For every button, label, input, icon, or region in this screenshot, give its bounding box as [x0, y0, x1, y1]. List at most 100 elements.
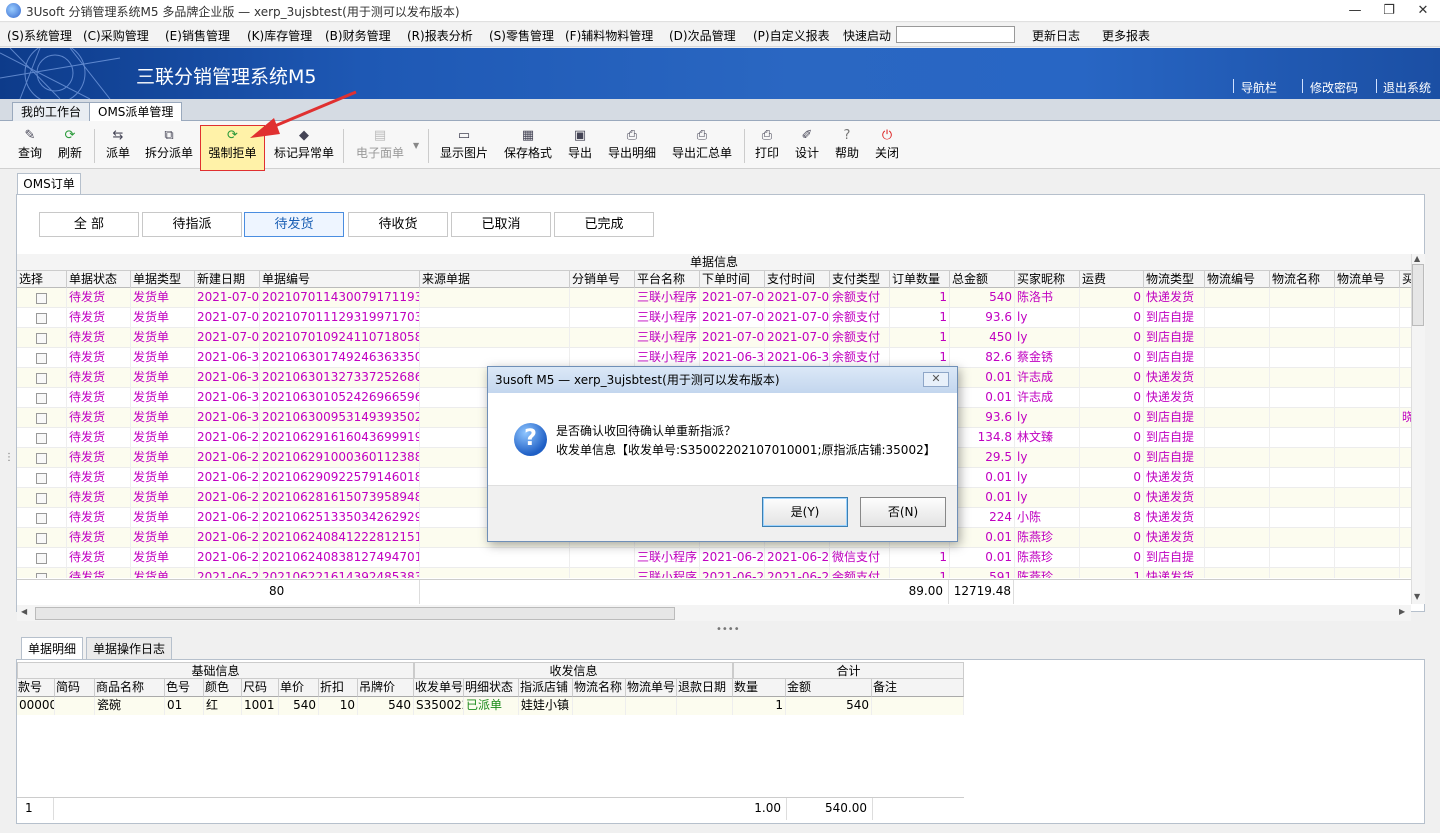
scroll-left-icon[interactable]: ◀: [21, 607, 27, 616]
row-checkbox[interactable]: [36, 433, 47, 444]
update-log-link[interactable]: 更新日志: [1032, 27, 1080, 44]
menu-materials[interactable]: (F)辅料物料管理: [565, 27, 653, 44]
quick-start-input[interactable]: [896, 26, 1015, 43]
column-header[interactable]: 总金额: [950, 271, 1015, 288]
design-button[interactable]: ✐ 设计: [791, 126, 823, 166]
row-checkbox[interactable]: [36, 493, 47, 504]
row-checkbox[interactable]: [36, 293, 47, 304]
detail-column-header[interactable]: 简码: [55, 679, 95, 697]
detail-column-header[interactable]: 尺码: [242, 679, 279, 697]
column-header[interactable]: 下单时间: [700, 271, 765, 288]
detail-column-header[interactable]: 颜色: [204, 679, 242, 697]
menu-defective[interactable]: (D)次品管理: [669, 27, 736, 44]
nav-bar-link[interactable]: 导航栏: [1241, 79, 1277, 96]
scroll-down-icon[interactable]: ▼: [1414, 592, 1420, 601]
detail-column-header[interactable]: 商品名称: [95, 679, 165, 697]
menu-custom-reports[interactable]: (P)自定义报表: [753, 27, 830, 44]
detail-column-header[interactable]: 金额: [786, 679, 872, 697]
menu-inventory[interactable]: (K)库存管理: [247, 27, 312, 44]
menu-system[interactable]: (S)系统管理: [7, 27, 72, 44]
change-password-link[interactable]: 修改密码: [1310, 79, 1358, 96]
detail-column-header[interactable]: 色号: [165, 679, 204, 697]
column-header[interactable]: 单据编号: [260, 271, 420, 288]
table-row[interactable]: 待发货发货单2021-07-0120210701143007917119310​…: [17, 288, 1411, 308]
column-header[interactable]: 单据状态: [67, 271, 131, 288]
grid-horizontal-scroll-thumb[interactable]: [35, 607, 675, 620]
filter-all[interactable]: 全 部: [39, 212, 139, 237]
column-header[interactable]: 物流单号: [1335, 271, 1400, 288]
detail-column-header[interactable]: 数量: [733, 679, 786, 697]
logout-link[interactable]: 退出系统: [1383, 79, 1431, 96]
detail-column-header[interactable]: 指派店铺: [519, 679, 573, 697]
dialog-close-button[interactable]: ✕: [923, 372, 949, 387]
column-header[interactable]: 物流编号: [1205, 271, 1270, 288]
filter-completed[interactable]: 已完成: [554, 212, 654, 237]
column-header[interactable]: 物流类型: [1144, 271, 1205, 288]
row-checkbox[interactable]: [36, 453, 47, 464]
grid-vertical-scroll-thumb[interactable]: [1412, 264, 1424, 326]
yes-button[interactable]: 是(Y): [762, 497, 848, 527]
column-header[interactable]: 买家昵称: [1015, 271, 1080, 288]
detail-column-header[interactable]: 物流单号: [626, 679, 677, 697]
table-row[interactable]: 待发货发货单2021-06-22202106221614392485383913…: [17, 568, 1411, 578]
menu-sales[interactable]: (E)销售管理: [165, 27, 230, 44]
tab-workbench[interactable]: 我的工作台: [12, 102, 91, 121]
row-checkbox[interactable]: [36, 393, 47, 404]
detail-column-header[interactable]: 明细状态: [464, 679, 519, 697]
column-header[interactable]: 支付时间: [765, 271, 830, 288]
dispatch-button[interactable]: ⇆ 派单: [102, 126, 134, 166]
no-button[interactable]: 否(N): [860, 497, 946, 527]
detail-column-header[interactable]: 单价: [279, 679, 319, 697]
column-header[interactable]: 平台名称: [635, 271, 700, 288]
row-checkbox[interactable]: [36, 553, 47, 564]
menu-retail[interactable]: (S)零售管理: [489, 27, 554, 44]
row-checkbox[interactable]: [36, 573, 47, 578]
export-summary-button[interactable]: ⎙ 导出汇总单: [668, 126, 736, 166]
row-checkbox[interactable]: [36, 333, 47, 344]
close-window-button[interactable]: ✕: [1406, 0, 1440, 22]
detail-column-header[interactable]: 物流名称: [573, 679, 626, 697]
row-checkbox[interactable]: [36, 513, 47, 524]
column-header[interactable]: 新建日期: [195, 271, 260, 288]
detail-column-header[interactable]: 吊牌价: [358, 679, 414, 697]
close-button[interactable]: ⏻ 关闭: [871, 126, 903, 166]
tab-oms-dispatch[interactable]: OMS派单管理: [89, 102, 183, 121]
detail-column-header[interactable]: 收发单号: [414, 679, 464, 697]
row-checkbox[interactable]: [36, 473, 47, 484]
restore-button[interactable]: ❐: [1372, 0, 1406, 22]
row-checkbox[interactable]: [36, 313, 47, 324]
export-detail-button[interactable]: ⎙ 导出明细: [604, 126, 660, 166]
filter-cancelled[interactable]: 已取消: [451, 212, 551, 237]
table-row[interactable]: 待发货发货单2021-07-01202107011129319971703189…: [17, 308, 1411, 328]
refresh-button[interactable]: ⟳ 刷新: [54, 126, 86, 166]
more-reports-link[interactable]: 更多报表: [1102, 27, 1150, 44]
row-checkbox[interactable]: [36, 373, 47, 384]
table-row[interactable]: 待发货发货单2021-07-01202107010924110718058826…: [17, 328, 1411, 348]
row-checkbox[interactable]: [36, 353, 47, 364]
column-header[interactable]: 订单数量: [890, 271, 950, 288]
column-header[interactable]: 选择: [17, 271, 67, 288]
tab-order-detail[interactable]: 单据明细: [21, 637, 84, 659]
column-header[interactable]: 支付类型: [830, 271, 890, 288]
scroll-right-icon[interactable]: ▶: [1399, 607, 1405, 616]
export-button[interactable]: ▣ 导出: [564, 126, 596, 166]
filter-pending-receive[interactable]: 待收货: [348, 212, 448, 237]
table-row[interactable]: 待发货发货单2021-06-30202106301749246363350975…: [17, 348, 1411, 368]
detail-column-header[interactable]: 折扣: [319, 679, 358, 697]
split-dispatch-button[interactable]: ⧉ 拆分派单: [142, 126, 196, 166]
e-waybill-dropdown-arrow[interactable]: ▼: [413, 141, 419, 150]
detail-column-header[interactable]: 备注: [872, 679, 964, 697]
help-button[interactable]: ? 帮助: [831, 126, 863, 166]
menu-purchase[interactable]: (C)采购管理: [83, 27, 149, 44]
table-row[interactable]: 待发货发货单2021-06-24202106240838127494701621…: [17, 548, 1411, 568]
filter-pending-assign[interactable]: 待指派: [142, 212, 242, 237]
row-checkbox[interactable]: [36, 413, 47, 424]
tab-operation-log[interactable]: 单据操作日志: [86, 637, 173, 659]
tab-oms-orders[interactable]: OMS订单: [17, 173, 81, 195]
show-image-button[interactable]: ▭ 显示图片: [437, 126, 491, 166]
left-splitter-handle[interactable]: ⋮: [4, 452, 14, 463]
print-button[interactable]: ⎙ 打印: [751, 126, 783, 166]
query-button[interactable]: ✎ 查询: [14, 126, 46, 166]
splitter-handle[interactable]: ••••: [716, 624, 740, 635]
column-header[interactable]: 来源单据: [420, 271, 570, 288]
